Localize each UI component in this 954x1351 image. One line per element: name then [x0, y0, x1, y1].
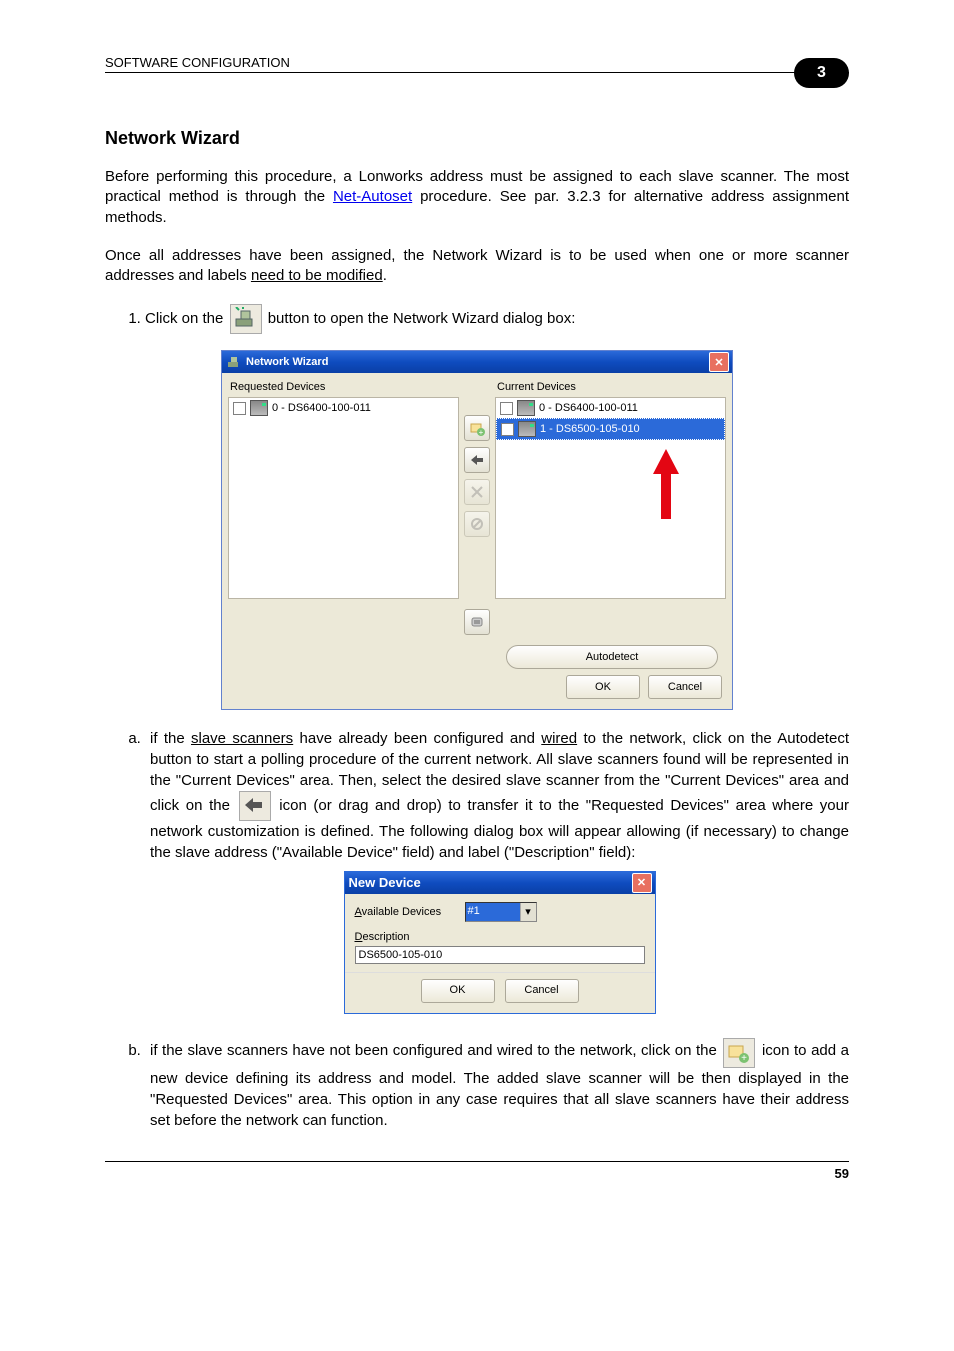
description-label: Description	[355, 931, 410, 943]
clear-button[interactable]	[464, 511, 490, 537]
checkbox-icon[interactable]	[233, 402, 246, 415]
svg-text:+: +	[479, 428, 484, 436]
autodetect-button[interactable]: Autodetect	[506, 645, 718, 669]
ok-button[interactable]: OK	[421, 979, 495, 1003]
section-title: Network Wizard	[105, 128, 849, 149]
move-left-button[interactable]	[464, 447, 490, 473]
add-device-icon: +	[723, 1038, 755, 1068]
add-device-button[interactable]: +	[464, 415, 490, 441]
requested-devices-label: Requested Devices	[230, 381, 459, 393]
list-item[interactable]: 0 - DS6400-100-011	[229, 398, 458, 418]
description-input[interactable]	[355, 946, 645, 964]
new-device-dialog: New Device ✕ Available Devices #1 ▾ Desc…	[344, 871, 656, 1013]
available-devices-label: Available Devices	[355, 905, 455, 920]
chapter-badge: 3	[794, 58, 849, 88]
cancel-button[interactable]: Cancel	[505, 979, 579, 1003]
scanner-icon	[518, 421, 536, 437]
step-1: Click on the button to open the Network …	[145, 304, 849, 334]
checkbox-icon[interactable]	[501, 423, 514, 436]
ok-button[interactable]: OK	[566, 675, 640, 699]
intro-paragraph: Before performing this procedure, a Lonw…	[105, 167, 849, 228]
cancel-button[interactable]: Cancel	[648, 675, 722, 699]
close-icon[interactable]: ✕	[709, 352, 729, 372]
list-item[interactable]: 1 - DS6500-105-010	[496, 418, 725, 440]
highlight-arrow-icon	[651, 449, 681, 519]
available-devices-combo[interactable]: #1 ▾	[465, 902, 537, 922]
network-wizard-dialog: Network Wizard ✕ Requested Devices 0 - D…	[221, 350, 733, 710]
paragraph-2: Once all addresses have been assigned, t…	[105, 246, 849, 287]
page-number: 59	[835, 1166, 849, 1181]
header-section: SOFTWARE CONFIGURATION	[105, 55, 290, 70]
list-item[interactable]: 0 - DS6400-100-011	[496, 398, 725, 418]
step-a: if the slave scanners have already been …	[145, 728, 849, 1013]
network-wizard-icon	[230, 304, 262, 334]
checkbox-icon[interactable]	[500, 402, 513, 415]
scanner-icon	[250, 400, 268, 416]
newdev-titlebar: New Device ✕	[345, 872, 655, 894]
current-devices-label: Current Devices	[497, 381, 726, 393]
wizard-titlebar: Network Wizard ✕	[222, 351, 732, 373]
step-b: if the slave scanners have not been conf…	[145, 1034, 849, 1131]
close-icon[interactable]: ✕	[632, 873, 652, 893]
net-autoset-link[interactable]: Net-Autoset	[333, 188, 412, 205]
current-devices-panel[interactable]: 0 - DS6400-100-011 1 - DS6500-105-010	[495, 397, 726, 599]
move-left-icon	[239, 791, 271, 821]
requested-devices-panel[interactable]: 0 - DS6400-100-011	[228, 397, 459, 599]
remove-button[interactable]	[464, 479, 490, 505]
properties-button[interactable]	[464, 609, 490, 635]
svg-text:+: +	[741, 1053, 747, 1063]
scanner-icon	[517, 400, 535, 416]
chevron-down-icon[interactable]: ▾	[520, 903, 536, 921]
